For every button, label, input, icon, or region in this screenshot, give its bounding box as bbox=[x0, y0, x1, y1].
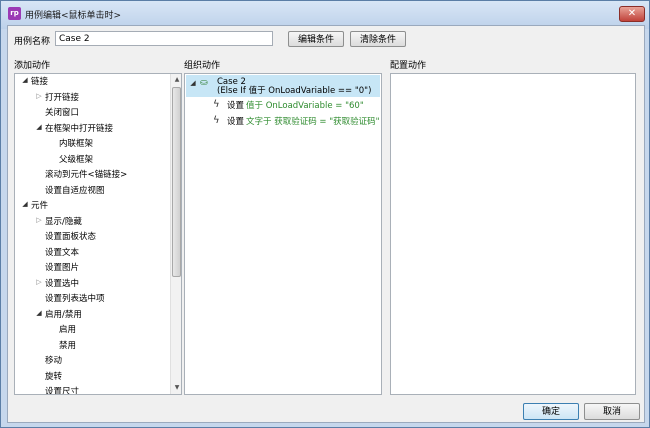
case-name-label: 用例名称 bbox=[14, 37, 51, 47]
tree-scrollbar[interactable]: ▲ ▼ bbox=[170, 74, 181, 394]
collapsed-triangle-icon[interactable]: ▷ bbox=[34, 216, 44, 224]
close-button[interactable]: ✕ bbox=[619, 6, 645, 22]
expanded-triangle-icon[interactable]: ◢ bbox=[34, 309, 44, 317]
dialog-window: rp 用例编辑<鼠标单击时> ✕ 用例名称 Case 2 编辑条件 清除条件 添… bbox=[0, 0, 650, 428]
action-verb: 设置 bbox=[227, 117, 245, 127]
collapse-triangle-icon[interactable]: ◢ bbox=[188, 79, 198, 87]
add-action-heading: 添加动作 bbox=[14, 61, 51, 71]
action-verb: 设置 bbox=[227, 101, 245, 111]
tree-item[interactable]: 设置选中 bbox=[45, 277, 79, 291]
cancel-button[interactable]: 取消 bbox=[584, 403, 640, 420]
expanded-triangle-icon[interactable]: ◢ bbox=[20, 200, 30, 208]
tree-item[interactable]: 打开链接 bbox=[45, 91, 79, 105]
tree-item[interactable]: 设置自适应视图 bbox=[45, 184, 105, 198]
edit-condition-button[interactable]: 编辑条件 bbox=[288, 31, 344, 47]
add-action-tree[interactable]: ◢ 链接 ▷ 打开链接 关闭窗口 ◢ 在框架中打开链接 内联框架 父级框架 滚动到元件<锚链接> 设… bbox=[14, 73, 182, 395]
clear-condition-button[interactable]: 清除条件 bbox=[350, 31, 406, 47]
tree-item[interactable]: 设置文本 bbox=[45, 246, 79, 260]
organize-action-heading: 组织动作 bbox=[184, 61, 221, 71]
expanded-triangle-icon[interactable]: ◢ bbox=[34, 123, 44, 131]
app-icon: rp bbox=[8, 7, 21, 20]
organize-action-panel[interactable]: ◢ ⛀ Case 2 (Else If 值于 OnLoadVariable ==… bbox=[184, 73, 382, 395]
tree-item[interactable]: 元件 bbox=[31, 199, 48, 213]
tree-item[interactable]: 滚动到元件<锚链接> bbox=[45, 168, 127, 182]
window-title: 用例编辑<鼠标单击时> bbox=[25, 11, 122, 21]
case-name-input[interactable]: Case 2 bbox=[55, 31, 273, 46]
scrollbar-thumb[interactable] bbox=[172, 87, 181, 277]
tree-item[interactable]: 启用/禁用 bbox=[45, 308, 82, 322]
case-condition: (Else If 值于 OnLoadVariable == "0") bbox=[217, 86, 372, 96]
scroll-up-icon[interactable]: ▲ bbox=[171, 74, 181, 86]
action-row[interactable]: ϟ 设置 值于 OnLoadVariable = "60" bbox=[185, 98, 381, 114]
scroll-down-icon[interactable]: ▼ bbox=[171, 382, 181, 394]
tree-item[interactable]: 旋转 bbox=[45, 370, 62, 384]
tree-item[interactable]: 设置面板状态 bbox=[45, 230, 96, 244]
tree-item[interactable]: 显示/隐藏 bbox=[45, 215, 82, 229]
case-icon: ⛀ bbox=[200, 78, 208, 88]
ok-button[interactable]: 确定 bbox=[523, 403, 579, 420]
configure-action-heading: 配置动作 bbox=[390, 61, 427, 71]
tree-item[interactable]: 链接 bbox=[31, 75, 48, 89]
collapsed-triangle-icon[interactable]: ▷ bbox=[34, 278, 44, 286]
tree-item[interactable]: 在框架中打开链接 bbox=[45, 122, 113, 136]
tree-item[interactable]: 父级框架 bbox=[59, 153, 93, 167]
action-row[interactable]: ϟ 设置 文字于 获取验证码 = "获取验证码" bbox=[185, 114, 381, 130]
tree-item[interactable]: 内联框架 bbox=[59, 137, 93, 151]
action-detail: 文字于 获取验证码 = "获取验证码" bbox=[246, 117, 380, 127]
dialog-body: 用例名称 Case 2 编辑条件 清除条件 添加动作 组织动作 配置动作 ◢ 链接… bbox=[7, 25, 645, 423]
tree-item[interactable]: 禁用 bbox=[59, 339, 76, 353]
configure-action-panel[interactable] bbox=[390, 73, 636, 395]
lightning-icon: ϟ bbox=[213, 115, 220, 126]
tree-item[interactable]: 移动 bbox=[45, 354, 62, 368]
tree-item[interactable]: 设置图片 bbox=[45, 261, 79, 275]
tree-item[interactable]: 设置尺寸 bbox=[45, 385, 79, 394]
action-detail: 值于 OnLoadVariable = "60" bbox=[246, 101, 364, 111]
collapsed-triangle-icon[interactable]: ▷ bbox=[34, 92, 44, 100]
case-row-selected[interactable]: ◢ ⛀ Case 2 (Else If 值于 OnLoadVariable ==… bbox=[186, 75, 380, 97]
lightning-icon: ϟ bbox=[213, 99, 220, 110]
tree-item[interactable]: 设置列表选中项 bbox=[45, 292, 105, 306]
expanded-triangle-icon[interactable]: ◢ bbox=[20, 76, 30, 84]
tree-item[interactable]: 关闭窗口 bbox=[45, 106, 79, 120]
tree-item[interactable]: 启用 bbox=[59, 323, 76, 337]
